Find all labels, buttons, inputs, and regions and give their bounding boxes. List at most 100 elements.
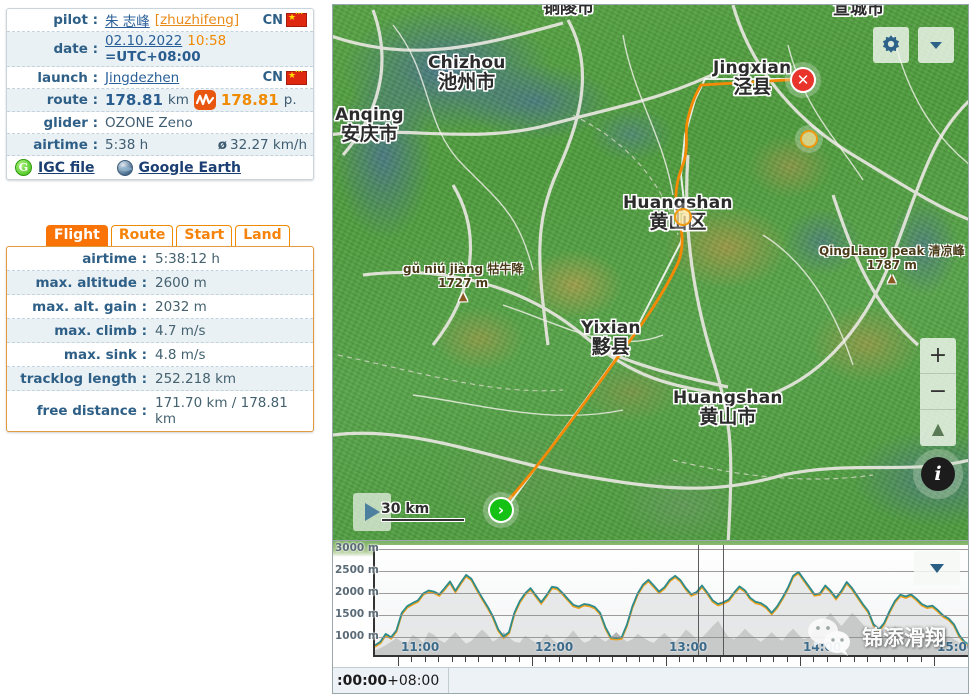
info-row-launch: launch : Jingdezhen CN [7,67,313,89]
stats-label-max-sink: max. sink : [63,346,147,363]
chart-y-tick-label: 1000 m [335,630,379,643]
chart-x-tick-minor [759,657,761,662]
chart-x-tick-minor [934,657,935,662]
chart-options-button[interactable] [914,551,960,585]
stats-row-free-distance: free distance : 171.70 km / 178.81 km [7,391,313,431]
chart-x-tick-minor [652,657,654,662]
pilot-country-code: CN [262,12,283,28]
stats-row-max-altitude: max. altitude : 2600 m [7,271,313,295]
chevron-down-icon [930,42,942,49]
tab-flight[interactable]: Flight [46,225,108,246]
map-settings-button[interactable] [873,27,909,63]
route-score-icon[interactable] [193,90,216,110]
chart-x-tick-minor [692,657,694,662]
info-label-route: route : [46,92,98,108]
chart-gridline [375,549,968,551]
turnpoint-marker[interactable] [674,208,692,226]
chart-gridline [375,571,968,573]
stats-row-airtime: airtime : 5:38:12 h [7,247,313,271]
chart-x-tick-minor [639,657,641,662]
chart-x-tick-minor [893,657,895,662]
igc-file-link[interactable]: IGC file [38,160,95,176]
gear-icon [882,35,900,53]
flight-timezone: =UTC+08:00 [105,49,201,65]
stats-value-free-distance: 171.70 km / 178.81 km [155,395,288,427]
map-compass-button[interactable]: ▲ [920,410,956,446]
chart-vertical-marker[interactable] [698,545,699,655]
altitude-chart[interactable]: Jingdezhen 3000 m2500 m2000 m1500 m1000 … [332,540,969,694]
flight-info-table: pilot : 朱 志峰 [zhuzhifeng] CN date : 02.1… [6,8,314,180]
chart-x-tick-minor [398,657,399,662]
stats-row-tracklog-length: tracklog length : 252.218 km [7,367,313,391]
chart-vertical-marker[interactable] [723,545,724,655]
tab-land[interactable]: Land [235,225,290,246]
chart-y-tick-label: 3000 m [335,542,379,555]
chart-plot-area [373,545,968,655]
chart-x-tick-minor [920,657,922,662]
stats-label-max-alt-gain: max. alt. gain : [32,298,147,315]
chart-x-tick-label: 13:00 [669,640,708,654]
flight-time: 10:58 [187,33,227,49]
flight-map[interactable]: Chizhou 池州市 Anqing 安庆市 Huangshan 黄山区 Jin… [332,4,969,544]
stats-label-airtime: airtime : [82,250,147,267]
chart-gridline [375,593,968,595]
stats-value-airtime: 5:38:12 h [155,250,220,267]
chart-x-tick-minor [505,657,507,662]
chart-x-tick-label: 11:00 [401,640,440,654]
google-earth-link[interactable]: Google Earth [139,160,242,176]
chart-x-tick-minor [746,657,748,662]
chart-gridline [375,615,968,617]
info-row-glider: glider : OZONE Zeno [7,112,313,134]
stats-value-max-climb: 4.7 m/s [155,322,206,339]
track-end-marker[interactable]: ✕ [790,67,816,93]
stats-label-free-distance: free distance : [36,403,147,419]
chart-x-tick-label: 15:00 [937,640,968,654]
chart-x-tick-minor [867,657,868,662]
tab-start[interactable]: Start [176,225,233,246]
chart-x-tick-minor [880,657,882,662]
map-zoom-controls: + − ▲ [920,338,956,446]
chart-y-tick-label: 1500 m [335,608,379,621]
chart-x-tick-minor [558,657,560,662]
route-points-unit: p. [283,92,297,108]
turnpoint-marker[interactable] [800,130,818,148]
pilot-name-link[interactable]: 朱 志峰 [105,10,150,30]
zoom-in-button[interactable]: + [920,338,956,374]
chart-x-tick-minor [518,657,520,662]
map-scale-label: 30 km [381,501,430,517]
track-start-marker[interactable]: › [488,497,514,523]
chart-x-tick-minor [773,657,775,662]
chart-x-tick-minor [465,657,466,662]
download-row: G IGC file Google Earth [7,156,313,179]
pilot-country: CN [262,10,307,28]
zoom-out-button[interactable]: − [920,374,956,410]
chart-status-time: :00:00 +08:00 [333,668,450,693]
chart-x-tick-minor [532,657,533,662]
chart-series-svg [375,570,968,655]
stats-row-max-climb: max. climb : 4.7 m/s [7,319,313,343]
chart-x-tick-minor [478,657,480,662]
chart-x-tick-minor [733,657,734,662]
launch-country-code: CN [262,70,283,85]
tab-route[interactable]: Route [110,225,174,246]
chart-x-tick-minor [545,657,547,662]
chart-x-tick-minor [679,657,681,662]
info-label-airtime: airtime : [33,136,98,153]
stats-label-max-altitude: max. altitude : [35,274,147,291]
chart-x-tick-minor [719,657,721,662]
info-row-date: date : 02.10.2022 10:58 =UTC+08:00 [7,32,313,67]
stats-tabs: Flight Route Start Land [46,225,290,246]
flight-date-link[interactable]: 02.10.2022 [105,33,182,49]
map-layers-button[interactable] [918,27,954,63]
launch-site-link[interactable]: Jingdezhen [105,70,179,86]
chart-status-bar: :00:00 +08:00 [333,667,968,693]
info-label-pilot: pilot : [53,12,98,28]
chart-x-tick-minor [424,657,426,662]
info-label-launch: launch : [37,69,98,86]
chart-x-tick-minor [907,657,909,662]
glider-value: OZONE Zeno [105,114,193,131]
info-label-date: date : [53,41,98,57]
map-info-button[interactable]: i [921,457,955,491]
pilot-handle-link[interactable]: [zhuzhifeng] [155,12,239,28]
chart-x-tick-minor [411,657,413,662]
